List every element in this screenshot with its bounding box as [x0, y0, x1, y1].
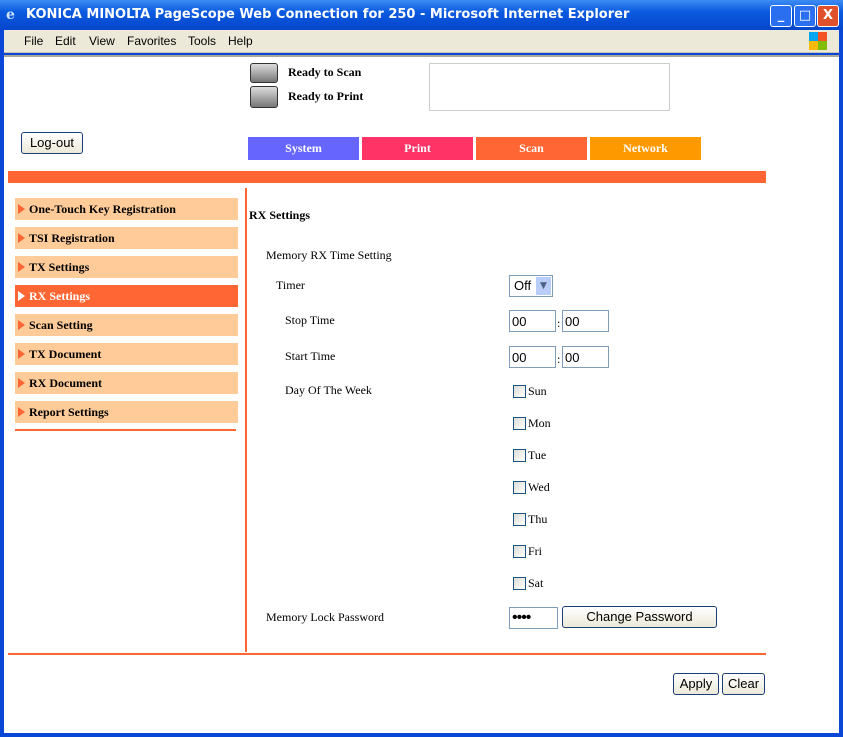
sidebar-item-one-touch[interactable]: One-Touch Key Registration [15, 198, 238, 220]
start-hour-input[interactable]: 00 [509, 346, 556, 368]
sidebar-item-scan-setting[interactable]: Scan Setting [15, 314, 238, 336]
sidebar-divider [15, 429, 236, 431]
footer-divider [8, 653, 766, 655]
day-of-week-label: Day Of The Week [285, 383, 372, 397]
stop-hour-input[interactable]: 00 [509, 310, 556, 332]
day-label: Wed [528, 480, 550, 494]
menu-tools[interactable]: Tools [188, 34, 216, 48]
start-minute-input[interactable]: 00 [562, 346, 609, 368]
sidebar-item-report-settings[interactable]: Report Settings [15, 401, 238, 423]
minimize-button[interactable]: _ [770, 5, 792, 27]
title-bar: e KONICA MINOLTA PageScope Web Connectio… [0, 0, 843, 30]
stop-time-label: Stop Time [285, 313, 335, 327]
colon: : [557, 352, 561, 366]
page-content: Ready to Scan Ready to Print Log-out Sys… [4, 55, 839, 733]
day-label: Mon [528, 416, 551, 430]
checkbox-tue[interactable] [513, 449, 526, 462]
timer-label: Timer [276, 278, 305, 292]
stop-minute-input[interactable]: 00 [562, 310, 609, 332]
clear-button[interactable]: Clear [722, 673, 765, 695]
day-label: Fri [528, 544, 543, 558]
timer-select[interactable]: Off ▼ [509, 275, 553, 297]
day-label: Thu [528, 512, 548, 526]
sidebar-item-rx-document[interactable]: RX Document [15, 372, 238, 394]
menu-file[interactable]: File [24, 34, 43, 48]
windows-logo-icon [809, 32, 827, 50]
sidebar-item-rx-settings[interactable]: RX Settings [15, 285, 238, 307]
print-status: Ready to Print [288, 89, 364, 103]
checkbox-sat[interactable] [513, 577, 526, 590]
tab-network[interactable]: Network [590, 137, 701, 160]
day-label: Sat [528, 576, 544, 590]
close-button[interactable]: X [817, 5, 839, 27]
checkbox-wed[interactable] [513, 481, 526, 494]
sidebar-item-tsi[interactable]: TSI Registration [15, 227, 238, 249]
menu-favorites[interactable]: Favorites [127, 34, 176, 48]
section-label: Memory RX Time Setting [266, 248, 392, 262]
tab-system[interactable]: System [248, 137, 359, 160]
change-password-button[interactable]: Change Password [562, 606, 717, 628]
header-divider [8, 171, 766, 183]
ie-icon: e [6, 7, 15, 23]
chevron-down-icon: ▼ [536, 277, 551, 295]
checkbox-fri[interactable] [513, 545, 526, 558]
day-label: Sun [528, 384, 547, 398]
sidebar-item-tx-document[interactable]: TX Document [15, 343, 238, 365]
page-title: RX Settings [249, 208, 311, 222]
checkbox-thu[interactable] [513, 513, 526, 526]
memory-lock-password-label: Memory Lock Password [266, 610, 384, 624]
printer-icon [250, 86, 278, 108]
logout-button[interactable]: Log-out [21, 132, 83, 154]
sidebar-item-tx-settings[interactable]: TX Settings [15, 256, 238, 278]
checkbox-mon[interactable] [513, 417, 526, 430]
tab-print[interactable]: Print [362, 137, 473, 160]
password-input[interactable]: 0000 [509, 607, 558, 629]
colon: : [557, 316, 561, 330]
scan-status: Ready to Scan [288, 65, 362, 79]
tab-scan[interactable]: Scan [476, 137, 587, 160]
window-title: KONICA MINOLTA PageScope Web Connection … [26, 7, 630, 22]
maximize-button[interactable]: □ [794, 5, 816, 27]
message-box [429, 63, 670, 111]
day-label: Tue [528, 448, 547, 462]
checkbox-sun[interactable] [513, 385, 526, 398]
menu-help[interactable]: Help [228, 34, 253, 48]
menu-view[interactable]: View [89, 34, 115, 48]
apply-button[interactable]: Apply [673, 673, 719, 695]
timer-value: Off [514, 278, 532, 293]
scanner-icon [250, 63, 278, 83]
start-time-label: Start Time [285, 349, 336, 363]
menu-edit[interactable]: Edit [55, 34, 76, 48]
menu-bar: File Edit View Favorites Tools Help [4, 30, 839, 53]
vertical-divider [245, 188, 247, 652]
